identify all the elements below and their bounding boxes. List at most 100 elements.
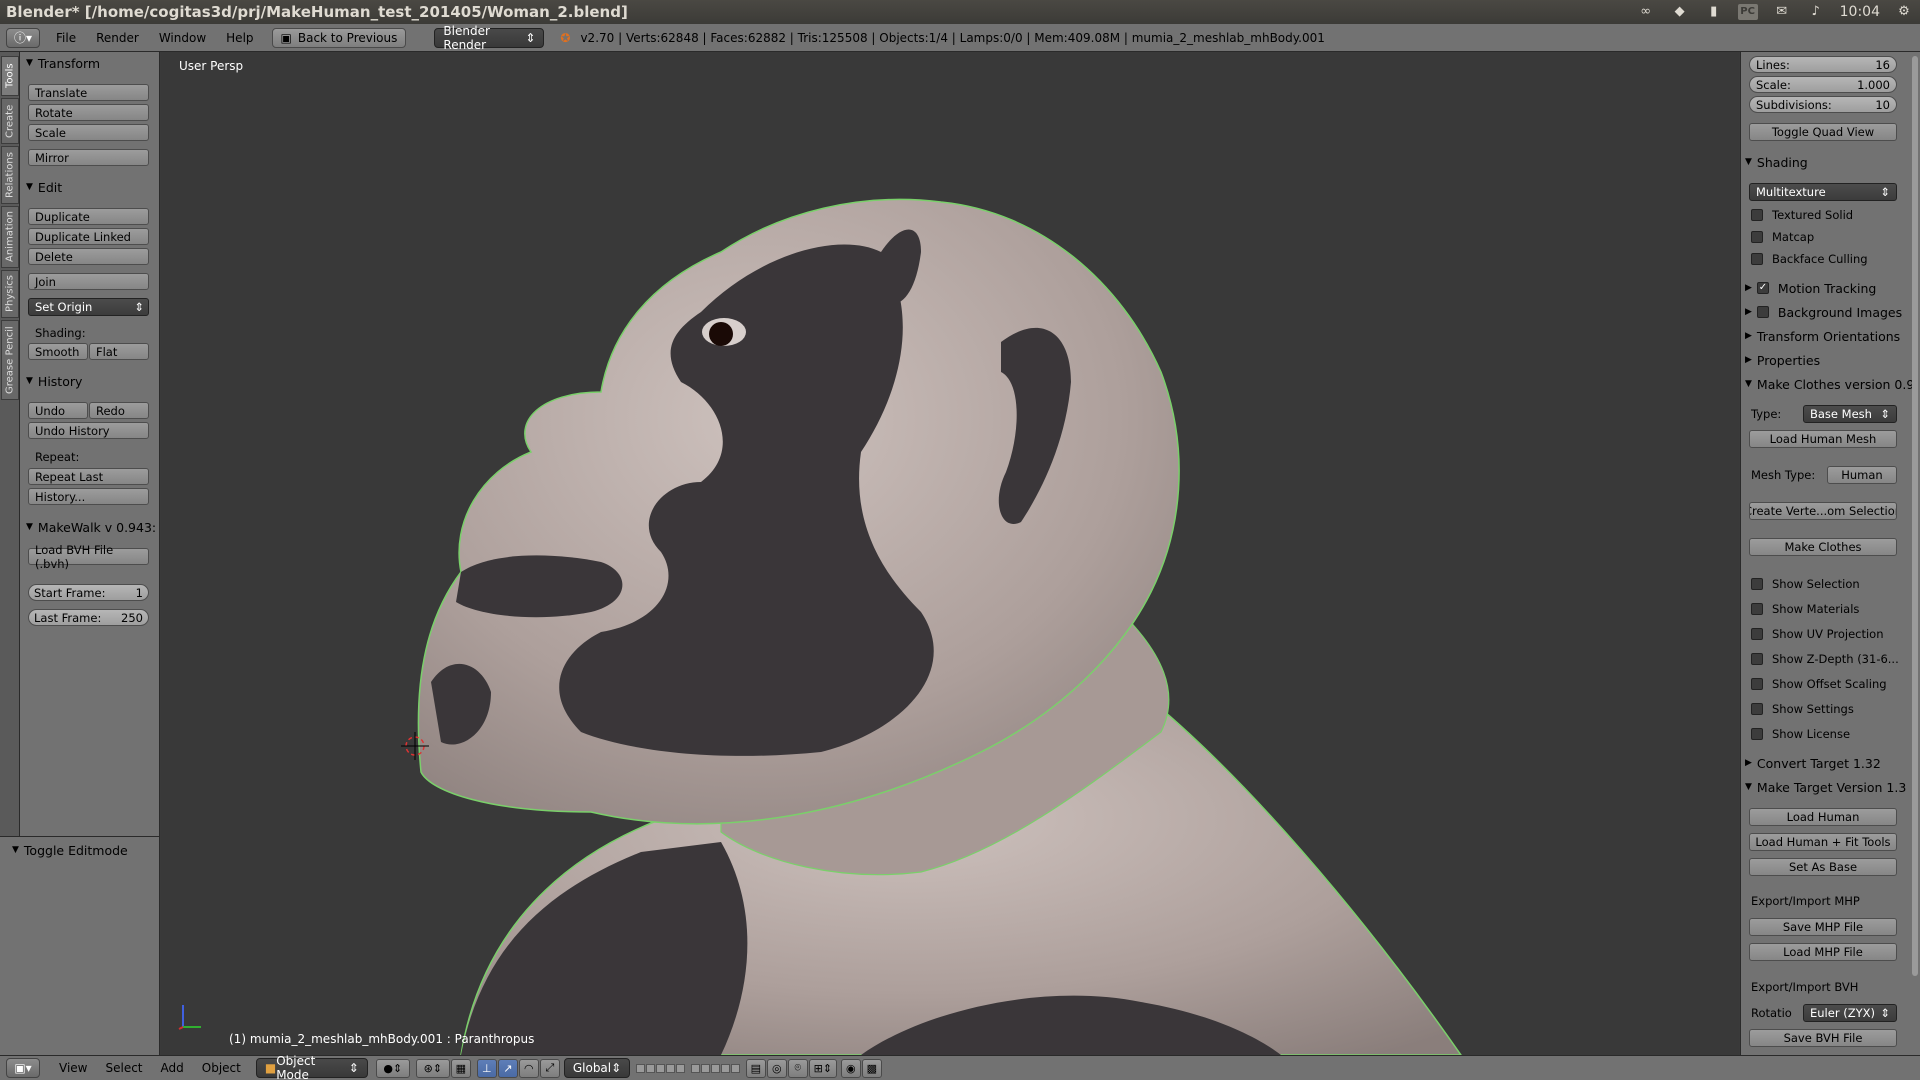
duplicate-linked-button[interactable]: Duplicate Linked: [28, 228, 149, 245]
render-engine-select[interactable]: Blender Render ⇕: [434, 24, 545, 52]
delete-button[interactable]: Delete: [28, 248, 149, 265]
undo-button[interactable]: Undo: [28, 402, 88, 419]
pivot-point-button[interactable]: ⊛⇕: [415, 1058, 450, 1078]
menu-object[interactable]: Object: [193, 1061, 250, 1075]
viewport-shading-button[interactable]: ●⇕: [375, 1058, 410, 1078]
rotation-select[interactable]: Euler (ZYX) ⇕: [1803, 1004, 1897, 1022]
subdivisions-field[interactable]: Subdivisions: 10: [1749, 96, 1897, 113]
menu-add[interactable]: Add: [152, 1061, 193, 1075]
panel-convert-target-header[interactable]: ▶ Convert Target 1.32: [1745, 754, 1881, 772]
panel-history-header[interactable]: ▼ History: [26, 372, 82, 390]
3d-viewport[interactable]: User Persp (1) mumia_2_meshlab_mhBody.00…: [161, 52, 1739, 1055]
redo-button[interactable]: Redo: [89, 402, 149, 419]
save-bvh-button[interactable]: Save BVH File: [1749, 1029, 1897, 1047]
panel-make-clothes-header[interactable]: ▼ Make Clothes version 0.9: [1745, 375, 1914, 393]
show-uv-projection-checkbox[interactable]: Show UV Projection: [1751, 625, 1884, 643]
backface-culling-checkbox[interactable]: Backface Culling: [1751, 250, 1868, 268]
menu-view[interactable]: View: [50, 1061, 96, 1075]
create-vertex-selection-button[interactable]: Create Verte...om Selection: [1749, 502, 1897, 520]
shading-mode-select[interactable]: Multitexture ⇕: [1749, 183, 1897, 201]
scale-button[interactable]: Scale: [28, 124, 149, 141]
tab-grease-pencil[interactable]: Grease Pencil: [1, 320, 19, 400]
load-human-button[interactable]: Load Human: [1749, 808, 1897, 826]
layer-buttons-2[interactable]: [690, 1063, 740, 1073]
opengl-render-icon[interactable]: ◉: [840, 1058, 861, 1078]
panel-properties-header[interactable]: ▶ Properties: [1745, 351, 1820, 369]
join-button[interactable]: Join: [28, 273, 149, 290]
panel-motion-tracking-header[interactable]: ▶ ✓ Motion Tracking: [1745, 279, 1876, 297]
translate-button[interactable]: Translate: [28, 84, 149, 101]
show-z-depth-checkbox[interactable]: Show Z-Depth (31-6...: [1751, 650, 1899, 668]
editor-type-3d-button[interactable]: ▣▾: [6, 1058, 40, 1078]
mail-icon[interactable]: ✉: [1772, 4, 1792, 20]
back-to-previous-button[interactable]: ▣ Back to Previous: [271, 27, 407, 48]
checkbox-checked[interactable]: ✓: [1756, 282, 1769, 294]
grid-scale-field[interactable]: Scale: 1.000: [1749, 76, 1897, 93]
show-license-checkbox[interactable]: Show License: [1751, 725, 1850, 743]
set-as-base-button[interactable]: Set As Base: [1749, 858, 1897, 876]
history-button[interactable]: History...: [28, 488, 149, 505]
panel-make-target-header[interactable]: ▼ Make Target Version 1.3: [1745, 778, 1906, 796]
tab-create[interactable]: Create: [1, 98, 19, 144]
set-origin-select[interactable]: Set Origin ⇕: [28, 298, 149, 316]
tab-tools[interactable]: Tools: [1, 56, 19, 96]
smooth-button[interactable]: Smooth: [28, 343, 88, 360]
snap-icon[interactable]: ⌾: [787, 1058, 808, 1078]
undo-history-button[interactable]: Undo History: [28, 422, 149, 439]
dropbox-icon[interactable]: ◆: [1670, 4, 1690, 20]
menu-help[interactable]: Help: [216, 31, 263, 45]
opengl-anim-icon[interactable]: ▩: [861, 1058, 882, 1078]
lock-layers-icon[interactable]: ▤: [745, 1058, 766, 1078]
make-clothes-button[interactable]: Make Clothes: [1749, 538, 1897, 556]
proportional-edit-icon[interactable]: ◎: [766, 1058, 787, 1078]
panel-transform-orientations-header[interactable]: ▶ Transform Orientations: [1745, 327, 1900, 345]
clothes-type-select[interactable]: Base Mesh ⇕: [1803, 405, 1897, 423]
layer-buttons[interactable]: [635, 1063, 685, 1073]
last-frame-field[interactable]: Last Frame: 250: [28, 609, 149, 626]
limit-selection-icon[interactable]: ▦: [450, 1058, 471, 1078]
checkbox-box[interactable]: [1756, 306, 1769, 318]
textured-solid-checkbox[interactable]: Textured Solid: [1751, 206, 1853, 224]
menu-select[interactable]: Select: [96, 1061, 151, 1075]
show-offset-scaling-checkbox[interactable]: Show Offset Scaling: [1751, 675, 1887, 693]
tab-animation[interactable]: Animation: [1, 206, 19, 268]
show-selection-checkbox[interactable]: Show Selection: [1751, 575, 1860, 593]
panel-transform-header[interactable]: ▼ Transform: [26, 54, 100, 72]
start-frame-field[interactable]: Start Frame: 1: [28, 584, 149, 601]
tab-physics[interactable]: Physics: [1, 270, 19, 318]
menu-window[interactable]: Window: [149, 31, 216, 45]
rotate-manipulator-icon[interactable]: ◠: [518, 1058, 539, 1078]
mode-select[interactable]: ■ Object Mode ⇕: [255, 1054, 368, 1080]
mesh-type-button[interactable]: Human: [1827, 466, 1897, 484]
load-human-mesh-button[interactable]: Load Human Mesh: [1749, 430, 1897, 448]
translate-manipulator-icon[interactable]: ↗: [497, 1058, 518, 1078]
menu-file[interactable]: File: [46, 31, 86, 45]
editor-type-button[interactable]: ⓘ▾: [6, 27, 40, 48]
load-human-fit-tools-button[interactable]: Load Human + Fit Tools: [1749, 833, 1897, 851]
flat-button[interactable]: Flat: [89, 343, 149, 360]
show-settings-checkbox[interactable]: Show Settings: [1751, 700, 1854, 718]
panel-shading-header[interactable]: ▼ Shading: [1745, 153, 1808, 171]
pycharm-icon[interactable]: PC: [1737, 4, 1758, 20]
snap-element-icon[interactable]: ⊞⇕: [808, 1058, 837, 1078]
menu-render[interactable]: Render: [86, 31, 149, 45]
show-materials-checkbox[interactable]: Show Materials: [1751, 600, 1859, 618]
volume-icon[interactable]: ♪: [1806, 4, 1826, 20]
duplicate-button[interactable]: Duplicate: [28, 208, 149, 225]
toggle-quad-view-button[interactable]: Toggle Quad View: [1749, 123, 1897, 141]
rotate-button[interactable]: Rotate: [28, 104, 149, 121]
tab-relations[interactable]: Relations: [1, 146, 19, 204]
load-bvh-button[interactable]: Load BVH File (.bvh): [28, 543, 149, 571]
toggle-editmode-header[interactable]: ▼ Toggle Editmode: [12, 841, 128, 859]
orientation-select[interactable]: Global ⇕: [563, 1058, 630, 1078]
panel-makewalk-header[interactable]: ▼ MakeWalk v 0.943:: [26, 518, 156, 536]
panel-background-images-header[interactable]: ▶ Background Images: [1745, 303, 1902, 321]
network-icon[interactable]: ▮: [1704, 4, 1724, 20]
panel-edit-header[interactable]: ▼ Edit: [26, 178, 62, 196]
manipulator-toggle-icon[interactable]: ⊥: [476, 1058, 497, 1078]
mirror-button[interactable]: Mirror: [28, 149, 149, 166]
repeat-last-button[interactable]: Repeat Last: [28, 468, 149, 485]
load-mhp-button[interactable]: Load MHP File: [1749, 943, 1897, 961]
grid-lines-field[interactable]: Lines: 16: [1749, 56, 1897, 73]
properties-scrollbar[interactable]: [1912, 56, 1918, 976]
